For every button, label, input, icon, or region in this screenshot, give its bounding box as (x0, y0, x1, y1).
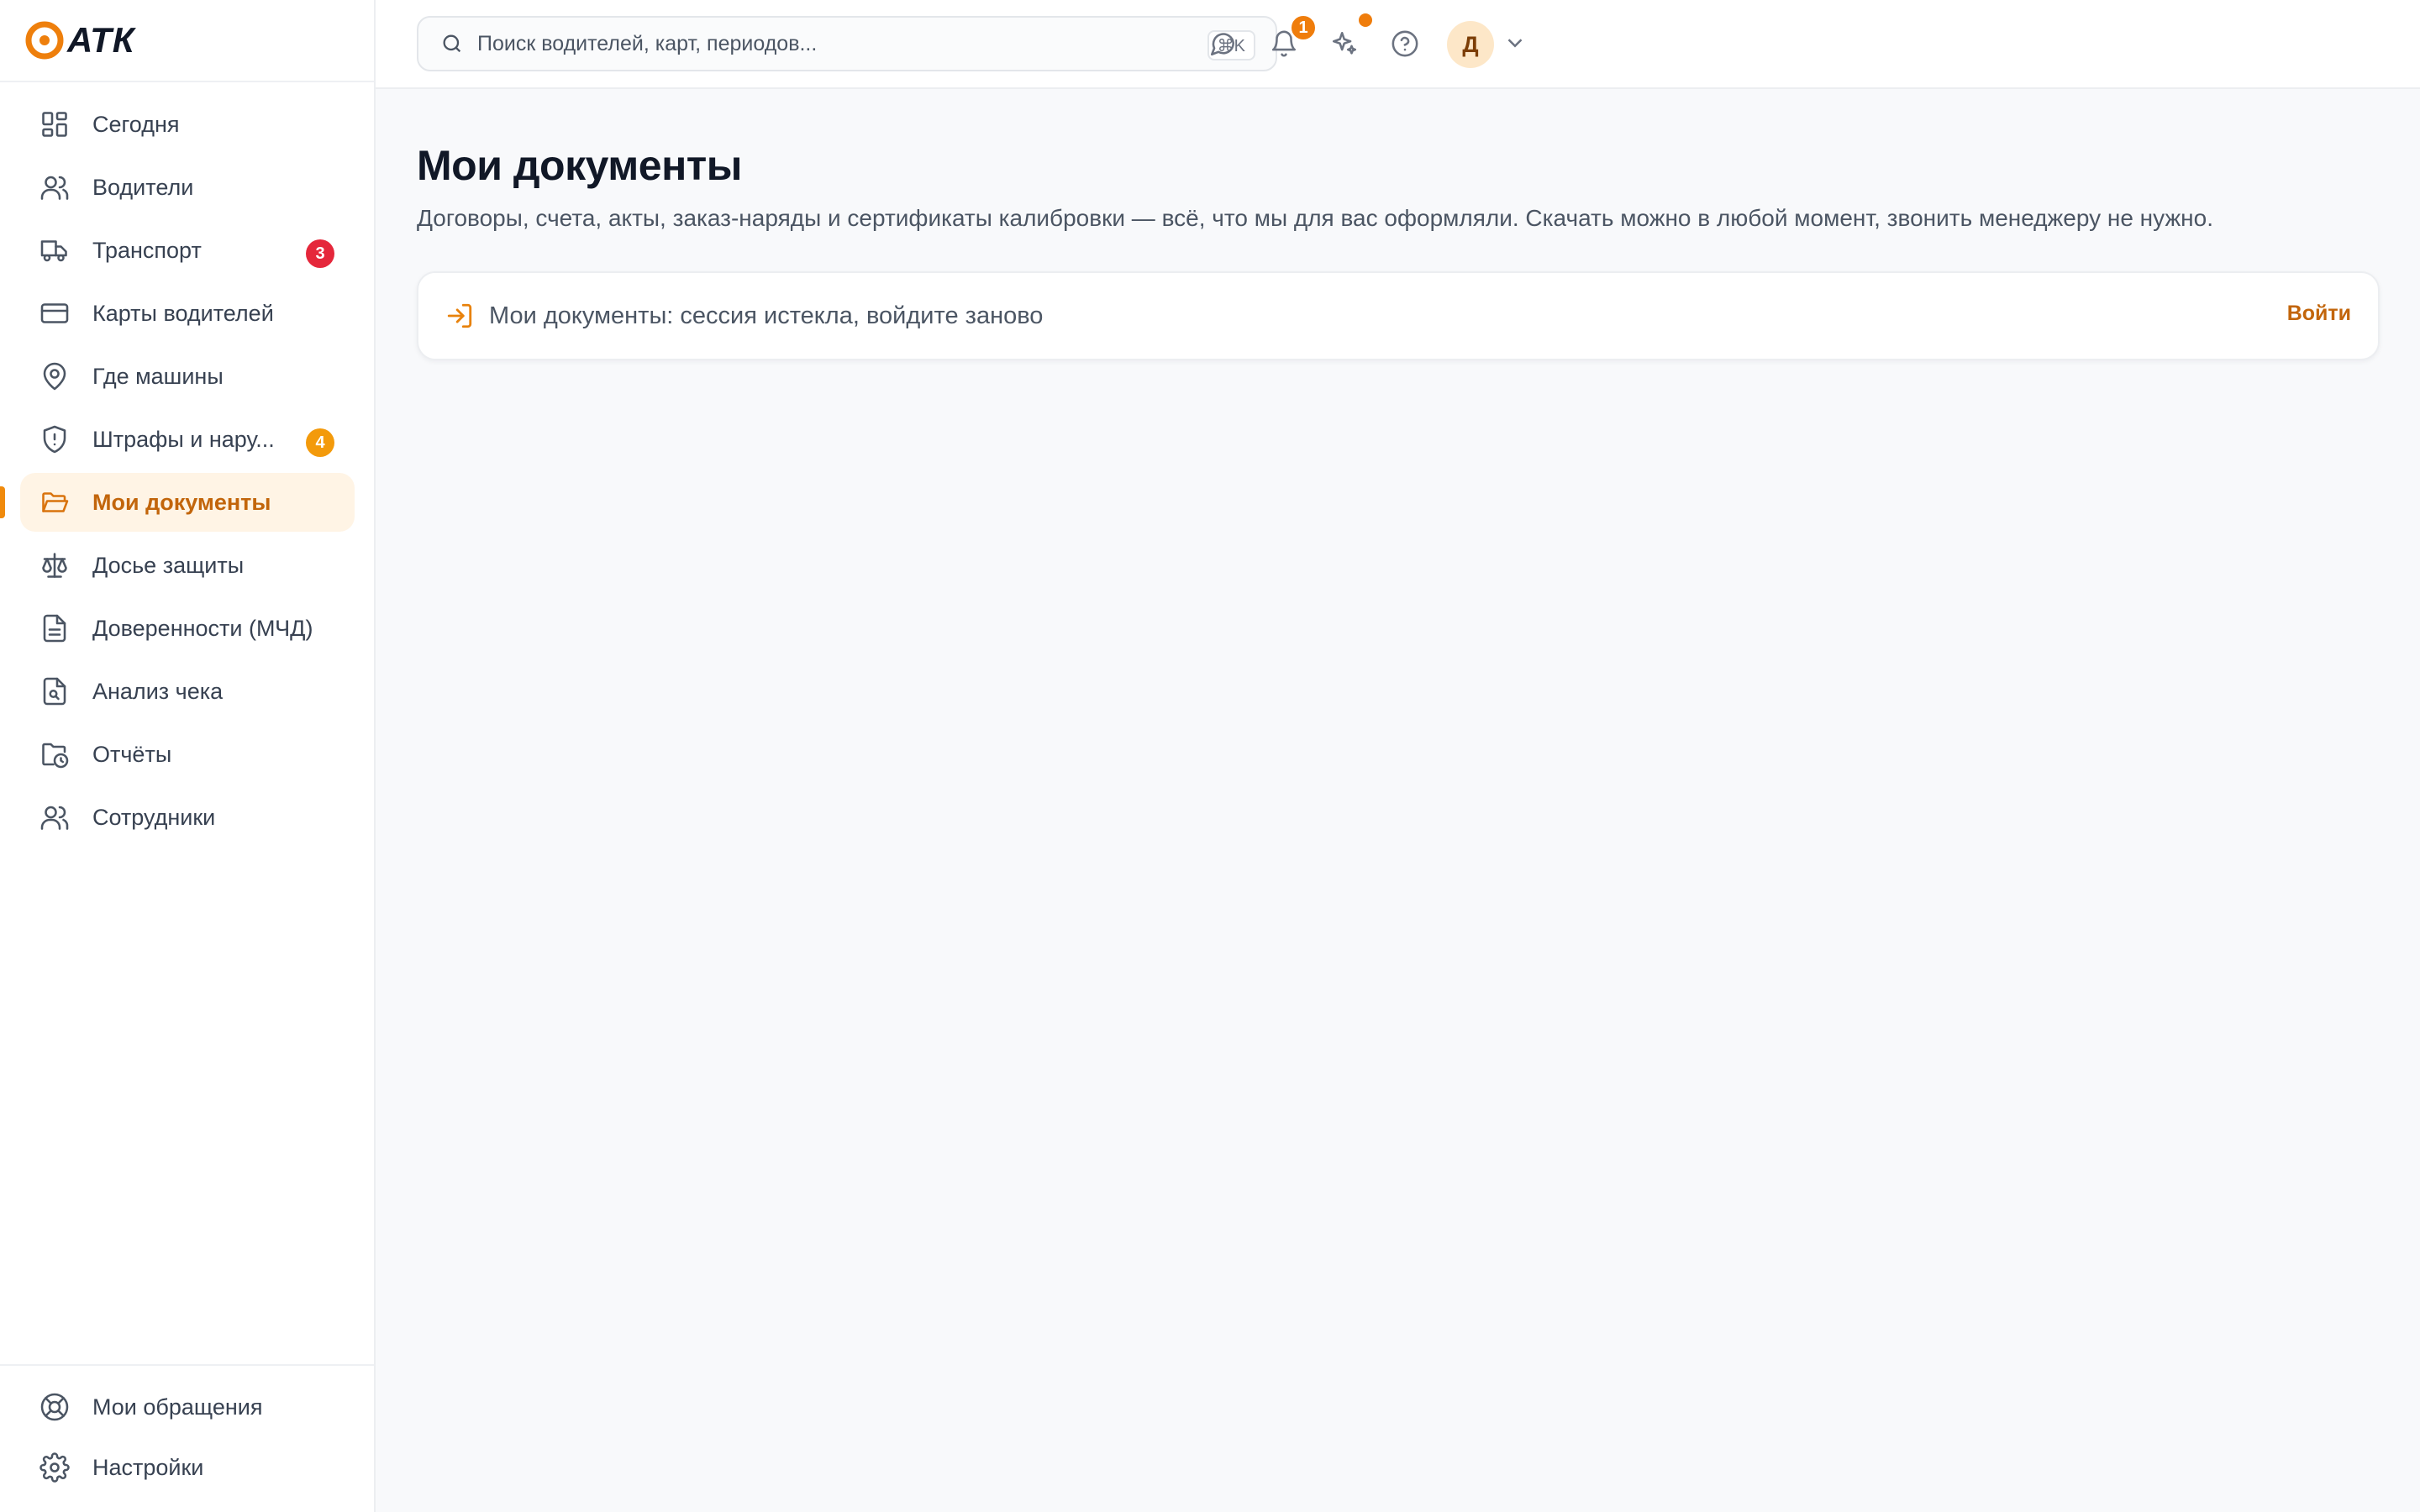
chat-button[interactable] (1206, 27, 1239, 60)
sidebar-item-label: Сегодня (92, 111, 180, 137)
sidebar-bottom-nav: Мои обращения Настройки (20, 1378, 355, 1499)
sidebar-item-reports[interactable]: Отчёты (20, 725, 355, 784)
top-header: ⌘K 1 Д (376, 0, 2420, 89)
login-button[interactable]: Войти (2287, 302, 2351, 326)
sidebar: АТК Сегодня Водители Транспорт 3 Карты в… (0, 0, 376, 1512)
search-input[interactable] (477, 31, 1150, 56)
fines-count-badge: 4 (306, 428, 334, 457)
login-icon (447, 303, 472, 328)
help-button[interactable] (1388, 27, 1422, 60)
sidebar-item-my-requests[interactable]: Мои обращения (20, 1378, 355, 1436)
chat-bubble-icon (1210, 33, 1235, 56)
divider (0, 1364, 374, 1366)
file-search-icon (39, 675, 71, 707)
sidebar-item-where-vehicles[interactable]: Где машины (20, 347, 355, 406)
dashboard-grid-icon (39, 108, 71, 140)
sidebar-item-label: Настройки (92, 1454, 204, 1480)
sidebar-item-label: Мои документы (92, 489, 271, 515)
atk-logo-icon (25, 21, 64, 60)
sidebar-item-defense-dossier[interactable]: Досье защиты (20, 536, 355, 595)
help-circle-icon (1392, 30, 1418, 57)
page-title: Мои документы (417, 142, 742, 189)
ai-assistant-button[interactable] (1328, 27, 1361, 60)
page-subtitle: Договоры, счета, акты, заказ-наряды и се… (417, 205, 2213, 231)
card-icon (39, 297, 71, 329)
sidebar-item-label: Сотрудники (92, 804, 216, 830)
search-box[interactable]: ⌘K (417, 16, 1277, 71)
sidebar-item-label: Транспорт (92, 237, 202, 263)
sidebar-item-driver-cards[interactable]: Карты водителей (20, 284, 355, 343)
document-icon (39, 612, 71, 644)
sidebar-item-transport[interactable]: Транспорт 3 (20, 221, 355, 280)
folder-clock-icon (39, 738, 71, 770)
sidebar-item-label: Карты водителей (92, 300, 274, 326)
sidebar-item-label: Мои обращения (92, 1394, 263, 1420)
sidebar-item-label: Анализ чека (92, 678, 224, 704)
scales-icon (39, 549, 71, 581)
alert-message: Мои документы: сессия истекла, войдите з… (489, 302, 1044, 329)
user-menu-toggle[interactable] (1502, 30, 1531, 59)
brand-logo[interactable]: АТК (25, 18, 135, 62)
shield-alert-icon (39, 423, 71, 455)
team-icon (39, 801, 71, 833)
sidebar-item-today[interactable]: Сегодня (20, 95, 355, 154)
truck-icon (39, 234, 71, 266)
sidebar-item-label: Водители (92, 174, 194, 200)
folder-open-icon (39, 486, 71, 518)
sparkles-icon (1332, 31, 1357, 55)
sidebar-item-settings[interactable]: Настройки (20, 1439, 355, 1496)
sidebar-item-receipt-analysis[interactable]: Анализ чека (20, 662, 355, 721)
sidebar-item-label: Где машины (92, 363, 224, 389)
sidebar-item-employees[interactable]: Сотрудники (20, 788, 355, 847)
sidebar-nav: Сегодня Водители Транспорт 3 Карты водит… (0, 95, 355, 851)
ai-assistant-indicator-dot (1359, 13, 1372, 27)
sidebar-item-my-documents[interactable]: Мои документы (0, 473, 355, 532)
users-icon (39, 171, 71, 203)
chevron-down-icon (1507, 39, 1523, 48)
sidebar-item-label: Штрафы и нару... (92, 426, 275, 452)
brand-name: АТК (67, 20, 135, 60)
lifebuoy-icon (39, 1391, 71, 1423)
sidebar-item-fines[interactable]: Штрафы и нару... 4 (20, 410, 355, 469)
notifications-count-badge: 1 (1289, 13, 1318, 42)
user-avatar[interactable]: Д (1447, 21, 1494, 68)
gear-icon (39, 1452, 71, 1483)
map-pin-icon (39, 360, 71, 392)
sidebar-item-powers-of-attorney[interactable]: Доверенности (МЧД) (20, 599, 355, 658)
sidebar-item-label: Доверенности (МЧД) (92, 615, 313, 641)
sidebar-item-label: Досье защиты (92, 552, 245, 578)
transport-count-badge: 3 (306, 239, 334, 268)
divider (0, 81, 374, 82)
sidebar-item-drivers[interactable]: Водители (20, 158, 355, 217)
search-icon (443, 34, 461, 53)
sidebar-item-label: Отчёты (92, 741, 172, 767)
session-expired-alert: Мои документы: сессия истекла, войдите з… (417, 271, 2380, 360)
